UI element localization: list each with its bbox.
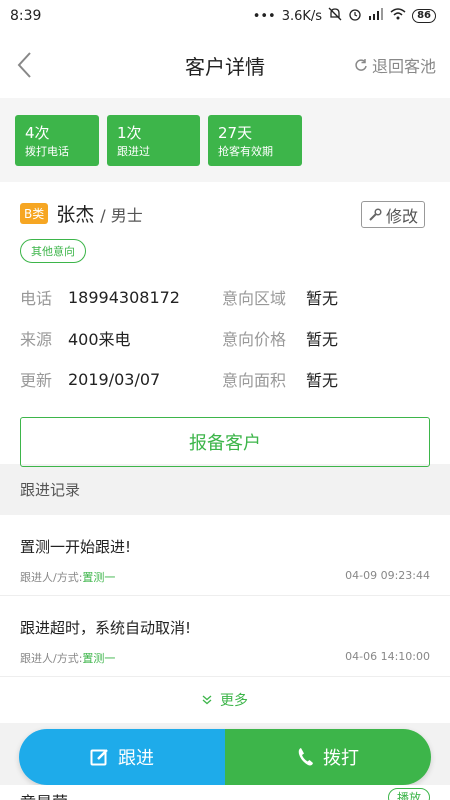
record-time: 04-09 09:23:44 [345,569,430,582]
record-meta: 跟进人/方式:置测一 04-09 09:23:44 [20,569,430,585]
customer-card: B类 张杰 / 男士 修改 其他意向 电话 18994308172 意向区域 暂… [0,182,450,467]
signal-icon [368,8,384,24]
updated-key: 更新 [20,371,53,390]
chevron-left-icon [17,52,31,78]
source-field: 来源 400来电 [20,326,222,350]
price-value: 暂无 [306,330,339,349]
record-meta-left: 跟进人/方式:置测一 [20,650,115,666]
return-to-pool-label: 退回客池 [371,57,436,76]
follow-up-label: 跟进 [118,748,154,769]
price-field: 意向价格 暂无 [222,326,430,350]
stat-followups: 1次 跟进过 [107,114,200,166]
dots-icon: ••• [252,8,276,24]
size-field: 意向面积 暂无 [222,367,430,391]
phone-key: 电话 [20,289,53,308]
customer-info-grid: 电话 18994308172 意向区域 暂无 来源 400来电 意向价格 暂无 … [20,285,430,391]
next-list-item-peek: 章昊荣 播放 [0,785,450,800]
record-who: 置测一 [82,571,116,584]
record-title: 跟进超时，系统自动取消! [20,619,192,637]
stat-followups-label: 跟进过 [117,144,150,158]
peek-name: 章昊荣 [20,789,68,800]
nav-bar: 客户详情 退回客池 [0,32,450,98]
stat-followups-value: 1次 [117,123,142,142]
edit-icon [90,749,108,766]
grade-badge: B类 [20,203,49,224]
size-key: 意向面积 [222,371,287,390]
source-value: 400来电 [68,330,131,349]
stat-calls: 4次 拨打电话 [15,114,99,166]
call-button[interactable]: 拨打 [225,729,431,785]
updated-field: 更新 2019/03/07 [20,367,222,391]
source-key: 来源 [20,330,53,349]
stat-calls-label: 拨打电话 [25,144,69,158]
call-label: 拨打 [323,748,359,769]
stat-calls-value: 4次 [25,123,50,142]
follow-up-button[interactable]: 跟进 [19,729,225,785]
customer-name: 张杰 [56,204,95,226]
list-item[interactable]: 置测一开始跟进! 跟进人/方式:置测一 04-09 09:23:44 [0,515,450,596]
area-field: 意向区域 暂无 [222,285,430,309]
area-value: 暂无 [306,289,339,308]
price-key: 意向价格 [222,330,287,349]
list-item[interactable]: 跟进超时，系统自动取消! 跟进人/方式:置测一 04-06 14:10:00 [0,596,450,677]
size-value: 暂无 [306,371,339,390]
phone-field[interactable]: 电话 18994308172 [20,285,222,309]
stat-validity-label: 抢客有效期 [218,144,273,158]
stat-validity-value: 27天 [218,123,253,142]
phone-value: 18994308172 [68,287,180,307]
record-time: 04-06 14:10:00 [345,650,430,663]
record-meta-prefix: 跟进人/方式: [20,571,83,584]
refresh-icon [355,59,367,71]
status-icons: ••• 3.6K/s 86 [253,7,436,25]
network-speed: 3.6K/s [281,8,323,24]
stats-row: 4次 拨打电话 1次 跟进过 27天 抢客有效期 [0,98,450,182]
record-meta-prefix: 跟进人/方式: [20,652,83,665]
edit-button[interactable]: 修改 [360,201,425,228]
mute-icon [328,7,342,25]
alarm-icon [348,7,362,25]
report-customer-button[interactable]: 报备客户 [20,417,430,467]
area-key: 意向区域 [222,289,287,308]
double-chevron-down-icon [202,695,212,705]
back-button[interactable] [16,45,46,85]
wrench-icon [369,207,382,221]
followup-section-title: 跟进记录 [0,464,450,515]
record-title: 置测一开始跟进! [20,538,132,556]
more-label: 更多 [220,693,248,709]
updated-value: 2019/03/07 [68,369,161,389]
status-bar: 8:39 ••• 3.6K/s 86 [0,0,450,32]
record-meta: 跟进人/方式:置测一 04-06 14:10:00 [20,650,430,666]
phone-icon [298,748,313,766]
customer-gender: / 男士 [100,205,143,225]
wifi-icon [390,8,406,24]
play-button[interactable]: 播放 [387,788,430,800]
stat-validity: 27天 抢客有效期 [208,114,302,166]
more-button[interactable]: 更多 [0,677,450,723]
record-meta-left: 跟进人/方式:置测一 [20,569,115,585]
edit-label: 修改 [385,206,418,226]
intent-tag: 其他意向 [20,239,86,263]
return-to-pool-button[interactable]: 退回客池 [354,53,436,77]
record-who: 置测一 [82,652,116,665]
status-time: 8:39 [10,8,42,24]
bottom-action-bar: 跟进 拨打 [19,729,431,785]
battery-indicator: 86 [412,9,436,23]
